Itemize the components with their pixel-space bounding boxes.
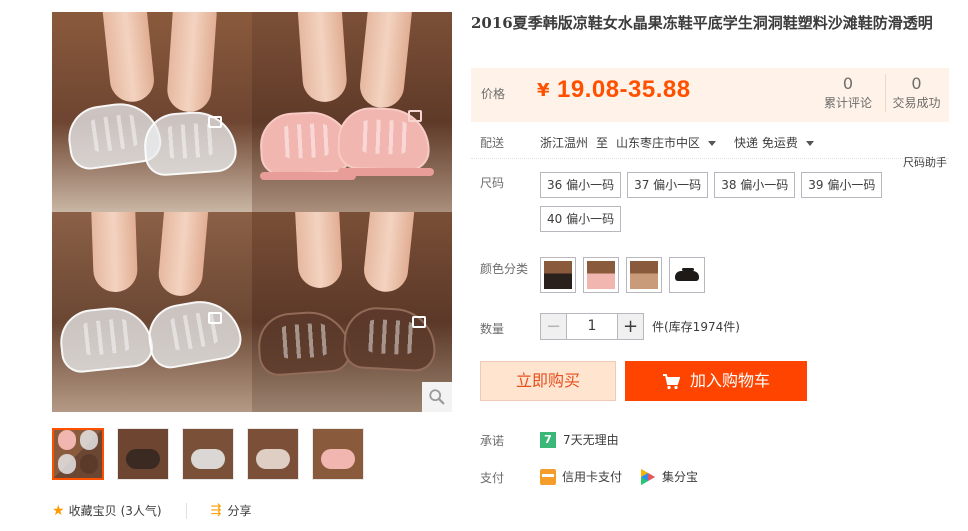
add-to-cart-button[interactable]: 加入购物车 — [625, 361, 807, 401]
shipping-method-selector[interactable]: 快递 免运费 — [734, 134, 824, 151]
quantity-input[interactable]: 1 — [567, 313, 617, 340]
color-option-4[interactable] — [669, 257, 705, 293]
photo-clear-sandals — [52, 12, 252, 212]
main-product-image[interactable] — [52, 12, 452, 412]
stock-info: 件(库存1974件) — [652, 320, 740, 334]
shipping-method-text: 快递 免运费 — [734, 136, 798, 150]
shipping-info: 浙江温州 至 山东枣庄市中区 快递 免运费 — [540, 134, 824, 151]
payment-credit-card[interactable]: 信用卡支付 — [562, 468, 622, 485]
thumbnail-5[interactable] — [312, 428, 364, 480]
size-option-38[interactable]: 38 偏小一码 — [714, 172, 796, 198]
sales-count: 0 — [911, 74, 922, 93]
shipping-label: 配送 — [480, 136, 505, 150]
separator — [185, 502, 187, 519]
product-title: 2016夏季韩版凉鞋女水晶果冻鞋平底学生洞洞鞋塑料沙滩鞋防滑透明 — [471, 14, 933, 32]
increase-button[interactable]: + — [617, 313, 644, 340]
reviews-label: 累计评论 — [823, 96, 872, 110]
promise-info[interactable]: 7 7天无理由 — [540, 431, 619, 448]
destination-text: 山东枣庄市中区 — [616, 136, 701, 150]
quantity-stepper: − 1 + 件(库存1974件) — [540, 313, 740, 340]
price-value: 19.08-35.88 — [557, 76, 691, 103]
payment-label: 支付 — [480, 471, 505, 485]
favorite-count: (3人气) — [120, 504, 162, 518]
payment-methods: 信用卡支付 集分宝 — [540, 468, 698, 485]
ship-from: 浙江温州 — [540, 136, 589, 150]
color-option-1[interactable] — [540, 257, 576, 293]
destination-selector[interactable]: 山东枣庄市中区 — [616, 134, 726, 151]
decrease-button[interactable]: − — [540, 313, 567, 340]
promise-label: 承诺 — [480, 434, 505, 448]
quantity-label: 数量 — [480, 322, 505, 336]
photo-clear-sandals-2 — [52, 212, 252, 412]
thumbnail-strip — [52, 428, 364, 480]
chevron-down-icon — [708, 141, 717, 150]
share-link[interactable]: 分享 — [227, 502, 251, 519]
size-label: 尺码 — [480, 176, 505, 190]
thumbnail-4[interactable] — [247, 428, 299, 480]
chevron-down-icon — [805, 141, 814, 150]
star-icon[interactable]: ★ — [52, 503, 65, 519]
zoom-button[interactable] — [422, 382, 452, 412]
reviews-stat[interactable]: 0 累计评论 — [817, 74, 879, 112]
payment-jifenbao[interactable]: 集分宝 — [662, 468, 698, 485]
cart-icon — [662, 373, 680, 389]
size-options: 36 偏小一码 37 偏小一码 38 偏小一码 39 偏小一码 40 偏小一码 — [540, 172, 900, 232]
sales-stat: 0 交易成功 — [885, 74, 947, 112]
magnifier-icon — [429, 389, 445, 405]
seven-day-icon: 7 — [540, 431, 556, 448]
price-label: 价格 — [481, 87, 506, 101]
currency-symbol: ¥ — [537, 80, 550, 101]
thumbnail-1[interactable] — [52, 428, 104, 480]
credit-card-icon — [540, 468, 556, 485]
jifenbao-icon — [641, 468, 656, 485]
size-option-40[interactable]: 40 偏小一码 — [540, 206, 622, 232]
gallery-actions: ★ 收藏宝贝 (3人气) ⇶ 分享 — [52, 502, 252, 519]
thumbnail-3[interactable] — [182, 428, 234, 480]
divider — [471, 158, 949, 159]
color-options — [540, 257, 705, 293]
color-label: 颜色分类 — [480, 262, 529, 276]
thumbnail-2[interactable] — [117, 428, 169, 480]
sales-label: 交易成功 — [892, 96, 941, 110]
ship-to-word: 至 — [596, 136, 609, 150]
size-option-37[interactable]: 37 偏小一码 — [627, 172, 709, 198]
size-option-39[interactable]: 39 偏小一码 — [801, 172, 883, 198]
reviews-count: 0 — [842, 74, 854, 93]
price-box: 价格 ¥ 19.08-35.88 0 累计评论 0 交易成功 — [471, 68, 949, 122]
photo-pink-sandals — [252, 12, 452, 212]
buy-now-button[interactable]: 立即购买 — [480, 361, 616, 401]
color-option-2[interactable] — [583, 257, 619, 293]
share-icon[interactable]: ⇶ — [211, 503, 222, 518]
size-option-36[interactable]: 36 偏小一码 — [540, 172, 622, 198]
add-to-cart-label: 加入购物车 — [689, 371, 770, 390]
promise-text: 7天无理由 — [563, 433, 619, 447]
favorite-link[interactable]: 收藏宝贝 — [69, 502, 117, 519]
size-helper-link[interactable]: 尺码助手 — [903, 154, 947, 170]
color-option-3[interactable] — [626, 257, 662, 293]
